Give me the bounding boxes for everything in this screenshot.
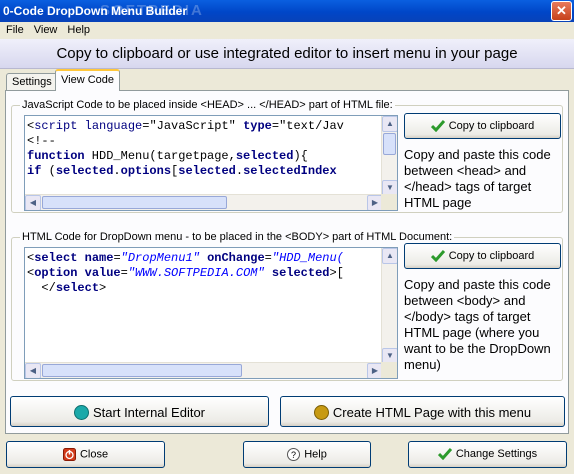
copy-body-button[interactable]: Copy to clipboard <box>404 243 561 269</box>
menu-bar: File View Help <box>0 22 574 39</box>
start-editor-button[interactable]: Start Internal Editor <box>10 396 269 427</box>
help-label: Help <box>304 448 327 461</box>
watermark: SOFTPEDIA <box>100 2 204 19</box>
scroll-up-icon[interactable]: ▲ <box>382 116 397 132</box>
change-settings-label: Change Settings <box>455 448 538 461</box>
head-horizontal-scrollbar[interactable]: ◀ ▶ <box>25 194 383 210</box>
scroll-thumb[interactable] <box>383 133 396 155</box>
scroll-corner <box>381 362 397 378</box>
code-line: <select name="DropMenu1" onChange="HDD_M… <box>27 251 344 265</box>
checkmark-icon <box>430 120 445 133</box>
code-line: <option value="WWW.SOFTPEDIA.COM" select… <box>27 266 344 280</box>
code-line: <script language="JavaScript" type="text… <box>27 119 344 133</box>
body-code-text: <select name="DropMenu1" onChange="HDD_M… <box>27 251 344 296</box>
gold-circle-icon <box>313 405 329 421</box>
scroll-up-icon[interactable]: ▲ <box>382 248 397 264</box>
code-line: <!-- <box>27 134 56 148</box>
copy-head-label: Copy to clipboard <box>448 120 535 133</box>
checkmark-icon <box>437 448 452 461</box>
head-code-text: <script language="JavaScript" type="text… <box>27 119 344 179</box>
tab-panel: JavaScript Code to be placed inside <HEA… <box>5 90 569 434</box>
tab-settings[interactable]: Settings <box>6 73 58 91</box>
power-icon <box>62 448 76 461</box>
code-line: </select> <box>27 281 107 295</box>
code-line: if (selected.options[selected.selectedIn… <box>27 164 337 178</box>
head-vertical-scrollbar[interactable]: ▲ ▼ <box>381 116 397 196</box>
body-description: Copy and paste this code between <body> … <box>404 277 551 372</box>
teal-circle-icon <box>74 405 89 421</box>
close-icon: ✕ <box>556 3 567 18</box>
head-code-label: JavaScript Code to be placed inside <HEA… <box>20 99 395 111</box>
window-close-button[interactable]: ✕ <box>551 1 572 21</box>
scroll-thumb[interactable] <box>42 364 242 377</box>
scroll-thumb[interactable] <box>42 196 227 209</box>
checkmark-icon <box>430 250 445 263</box>
close-button[interactable]: Close <box>6 441 165 468</box>
create-page-button[interactable]: Create HTML Page with this menu <box>280 396 565 427</box>
body-code-label: HTML Code for DropDown menu - to be plac… <box>20 231 455 243</box>
scroll-left-icon[interactable]: ◀ <box>25 195 41 210</box>
tab-view-code[interactable]: View Code <box>55 69 120 91</box>
scroll-corner <box>381 194 397 210</box>
tab-strip: Settings View Code <box>5 69 569 91</box>
create-page-label: Create HTML Page with this menu <box>332 405 532 421</box>
menu-help[interactable]: Help <box>61 22 94 36</box>
help-icon: ? <box>287 448 301 461</box>
body-vertical-scrollbar[interactable]: ▲ ▼ <box>381 248 397 364</box>
menu-file[interactable]: File <box>0 22 28 36</box>
close-label: Close <box>79 448 109 461</box>
code-line: function HDD_Menu(targetpage,selected){ <box>27 149 308 163</box>
header-banner: Copy to clipboard or use integrated edit… <box>0 39 574 69</box>
help-button[interactable]: ? Help <box>243 441 371 468</box>
scroll-left-icon[interactable]: ◀ <box>25 363 41 378</box>
head-code-editor[interactable]: <script language="JavaScript" type="text… <box>24 115 398 211</box>
copy-body-label: Copy to clipboard <box>448 250 535 263</box>
change-settings-button[interactable]: Change Settings <box>408 441 567 468</box>
head-description: Copy and paste this code between <head> … <box>404 147 551 210</box>
copy-head-button[interactable]: Copy to clipboard <box>404 113 561 139</box>
start-editor-label: Start Internal Editor <box>93 405 205 421</box>
body-horizontal-scrollbar[interactable]: ◀ ▶ <box>25 362 383 378</box>
svg-text:?: ? <box>291 450 296 460</box>
body-code-editor[interactable]: <select name="DropMenu1" onChange="HDD_M… <box>24 247 398 379</box>
menu-view[interactable]: View <box>28 22 62 36</box>
title-bar: 0-Code DropDown Menu Builder SOFTPEDIA ✕ <box>0 0 574 22</box>
